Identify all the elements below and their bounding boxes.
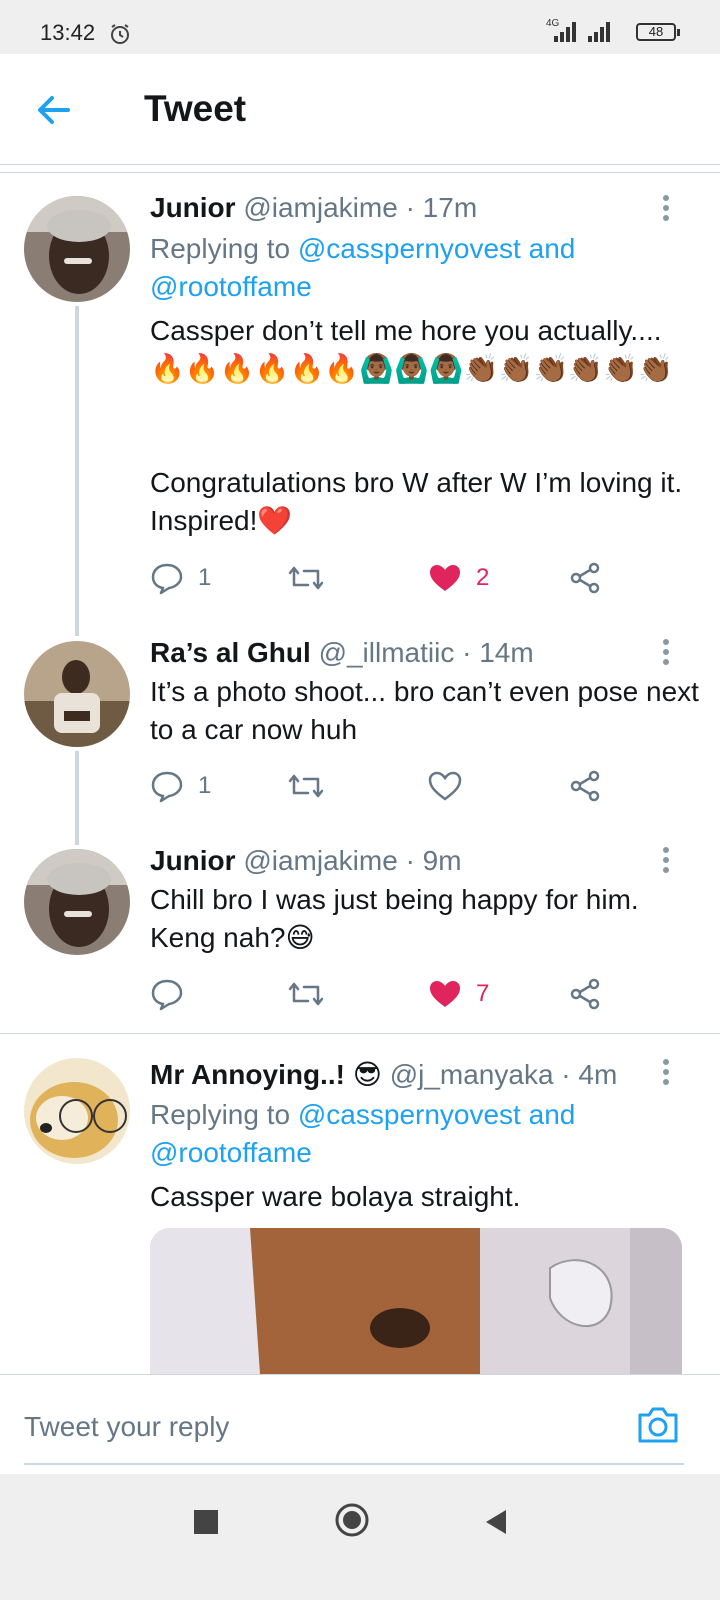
tweet-text: Congratulations bro W after W I’m loving… [150, 467, 683, 536]
tweet-actions: 7 [150, 974, 690, 1014]
retweet-button[interactable] [286, 558, 326, 598]
reply-input[interactable]: Tweet your reply [24, 1411, 229, 1443]
system-nav-bar [0, 1474, 720, 1600]
heart-icon [430, 565, 460, 591]
user-name[interactable]: Ra’s al Ghul [150, 637, 311, 668]
retweet-icon [288, 774, 324, 798]
retweet-icon [288, 566, 324, 590]
like-button[interactable] [428, 766, 476, 806]
avatar[interactable] [24, 1058, 130, 1164]
replying-to-label: Replying to [150, 1099, 298, 1130]
speech-bubble-icon [151, 771, 183, 803]
battery-indicator: 48 [636, 23, 680, 41]
speech-bubble-icon [151, 563, 183, 595]
home-circle-icon[interactable] [334, 1502, 370, 1538]
more-vertical-icon[interactable] [656, 638, 676, 668]
more-vertical-icon[interactable] [656, 194, 676, 224]
reply-button[interactable] [150, 974, 198, 1014]
tweet-header: Mr Annoying..! 😎 @j_manyaka · 4m [150, 1058, 617, 1091]
user-handle-time: @_illmatiic · 14m [318, 637, 534, 668]
replying-to: Replying to @casspernyovest and @rootoff… [150, 1096, 690, 1172]
like-button[interactable]: 7 [428, 974, 489, 1014]
page-title: Tweet [144, 88, 247, 129]
tweet-header: Junior @iamjakime · 17m [150, 192, 477, 224]
tweet-header: Ra’s al Ghul @_illmatiic · 14m [150, 637, 534, 669]
user-handle-time: @iamjakime · 17m [243, 192, 478, 223]
user-name[interactable]: Junior [150, 845, 236, 876]
arrow-left-icon[interactable] [34, 90, 74, 130]
tweet-actions: 1 [150, 766, 690, 806]
share-icon [570, 770, 600, 802]
speech-bubble-icon [151, 979, 183, 1011]
reply-button[interactable]: 1 [150, 558, 211, 598]
more-vertical-icon[interactable] [656, 1058, 676, 1088]
status-bar: 13:42 4G 48 [0, 0, 720, 54]
reply-count: 1 [198, 772, 212, 799]
alarm-icon [111, 24, 129, 44]
like-count: 2 [476, 564, 490, 591]
divider [0, 1033, 720, 1034]
like-count: 7 [476, 980, 490, 1007]
avatar[interactable] [24, 196, 130, 302]
tweet-header: Junior @iamjakime · 9m [150, 845, 462, 877]
signal-icon [588, 22, 610, 42]
like-button[interactable]: 2 [428, 558, 489, 598]
retweet-icon [288, 982, 324, 1006]
heart-icon [430, 981, 460, 1007]
user-name[interactable]: Junior [150, 192, 236, 223]
avatar[interactable] [24, 641, 130, 747]
status-time: 13:42 [40, 20, 96, 45]
user-handle-time: @iamjakime · 9m [243, 845, 462, 876]
retweet-button[interactable] [286, 766, 326, 806]
replying-to-label: Replying to [150, 233, 298, 264]
tweet-text: Cassper don’t tell me hore you actually.… [150, 315, 673, 384]
input-underline [24, 1463, 684, 1465]
reply-count: 1 [198, 564, 212, 591]
thread-line [75, 751, 79, 845]
tweet-text: It’s a photo shoot... bro can’t even pos… [150, 676, 699, 745]
share-icon [570, 562, 600, 594]
retweet-button[interactable] [286, 974, 326, 1014]
reply-button[interactable]: 1 [150, 766, 211, 806]
share-button[interactable] [568, 974, 602, 1014]
thread-line [75, 306, 79, 636]
divider [0, 172, 720, 173]
camera-icon[interactable] [636, 1405, 680, 1445]
share-button[interactable] [568, 558, 602, 598]
recents-square-icon[interactable] [194, 1510, 218, 1534]
reply-composer[interactable]: Tweet your reply [0, 1374, 720, 1475]
more-vertical-icon[interactable] [656, 846, 676, 876]
tweet-text: Chill bro I was just being happy for him… [150, 884, 639, 953]
tweet-media-image[interactable] [150, 1228, 682, 1374]
heart-icon [428, 771, 462, 801]
top-app-bar: Tweet [0, 54, 720, 165]
share-button[interactable] [568, 766, 602, 806]
share-icon [570, 978, 600, 1010]
back-triangle-icon[interactable] [484, 1508, 508, 1536]
user-name[interactable]: Mr Annoying..! 😎 [150, 1059, 382, 1090]
signal-icon [554, 22, 576, 42]
tweet-actions: 1 2 [150, 558, 690, 598]
replying-to: Replying to @casspernyovest and @rootoff… [150, 230, 690, 306]
user-handle-time: @j_manyaka · 4m [389, 1059, 618, 1090]
avatar[interactable] [24, 849, 130, 955]
tweet-text: Cassper ware bolaya straight. [150, 1181, 521, 1212]
